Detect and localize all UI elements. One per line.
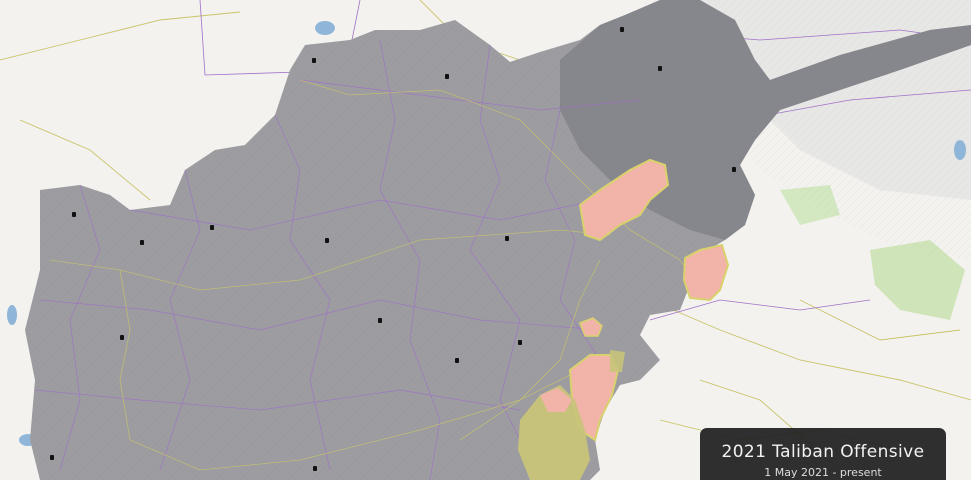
city-label bbox=[210, 225, 214, 230]
map-canvas[interactable]: 2021 Taliban Offensive 1 May 2021 - pres… bbox=[0, 0, 971, 480]
city-label bbox=[505, 236, 509, 241]
city-label bbox=[445, 74, 449, 79]
city-label bbox=[312, 58, 316, 63]
lake bbox=[315, 21, 335, 35]
city-label bbox=[455, 358, 459, 363]
lake bbox=[7, 305, 17, 325]
city-label bbox=[658, 66, 662, 71]
city-label bbox=[50, 455, 54, 460]
legend-title: 2021 Taliban Offensive bbox=[721, 442, 925, 462]
city-label bbox=[732, 167, 736, 172]
city-label bbox=[325, 238, 329, 243]
city-label bbox=[518, 340, 522, 345]
legend-box: 2021 Taliban Offensive 1 May 2021 - pres… bbox=[700, 428, 946, 480]
city-label bbox=[620, 27, 624, 32]
city-label bbox=[72, 212, 76, 217]
city-label bbox=[378, 318, 382, 323]
map-svg bbox=[0, 0, 971, 480]
lake bbox=[954, 140, 966, 160]
legend-subtitle: 1 May 2021 - present bbox=[764, 466, 882, 479]
city-label bbox=[120, 335, 124, 340]
city-label bbox=[140, 240, 144, 245]
city-label bbox=[313, 466, 317, 471]
